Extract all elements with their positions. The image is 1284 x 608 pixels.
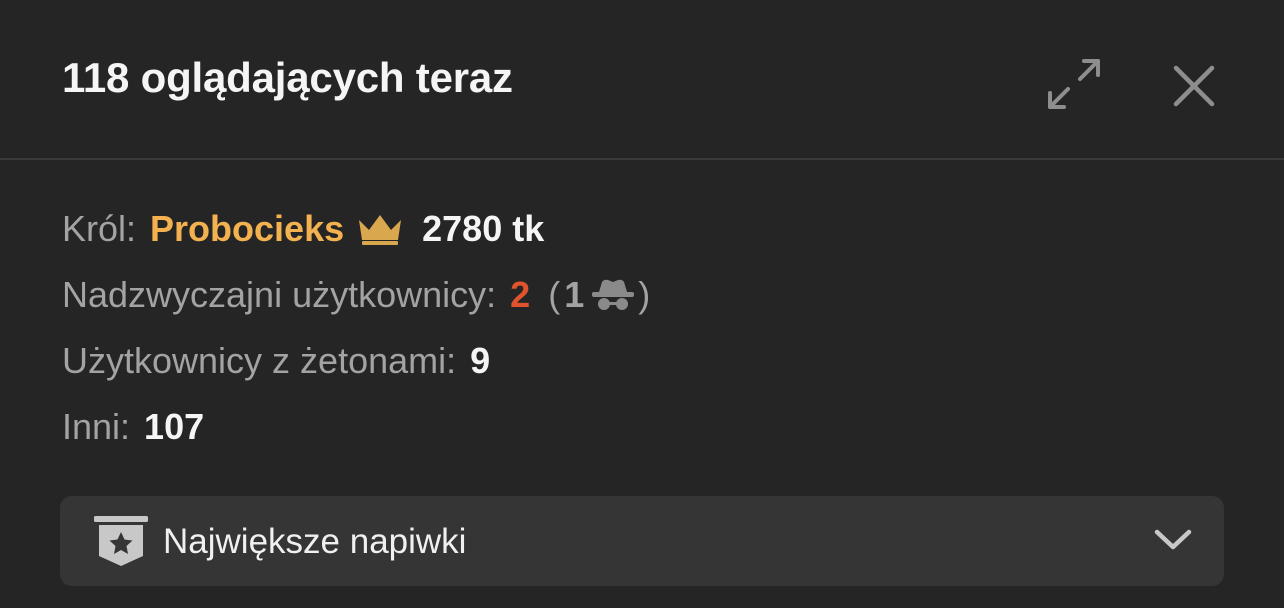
viewers-panel: 118 oglądających teraz Król: Probocieks … (0, 0, 1284, 608)
incognito-spy-icon (590, 278, 636, 312)
premium-count: 2 (510, 274, 531, 315)
paren-open: ( (548, 274, 561, 315)
token-users-label: Użytkownicy z żetonami: (62, 340, 457, 381)
token-users-count: 9 (470, 340, 491, 381)
premium-row: Nadzwyczajni użytkownicy: 2 ( 1 ) (62, 262, 1212, 328)
chevron-down-icon (1154, 528, 1192, 557)
crown-icon (356, 212, 404, 246)
close-icon (1173, 65, 1215, 107)
panel-header: 118 oglądających teraz (0, 0, 1284, 160)
token-users-row: Użytkownicy z żetonami: 9 (62, 328, 1212, 394)
king-label: Król: (62, 208, 137, 249)
star-badge-icon (94, 514, 148, 573)
king-row: Król: Probocieks 2780 tk (62, 196, 1212, 262)
others-label: Inni: (62, 406, 131, 447)
viewer-stats: Król: Probocieks 2780 tk Nadzwyczajni uż… (62, 196, 1212, 460)
paren-close: ) (638, 274, 651, 315)
others-row: Inni: 107 (62, 394, 1212, 460)
dropdown-label: Największe napiwki (163, 522, 467, 561)
anonymous-count: 1 (564, 274, 585, 315)
top-tips-dropdown[interactable]: Największe napiwki (60, 496, 1224, 586)
page-title: 118 oglądających teraz (62, 54, 513, 101)
others-count: 107 (144, 406, 205, 447)
king-username[interactable]: Probocieks (150, 208, 344, 250)
king-tokens: 2780 tk (422, 208, 545, 249)
expand-button[interactable] (1040, 52, 1108, 116)
close-button[interactable] (1164, 56, 1224, 116)
expand-arrows-icon (1048, 59, 1100, 109)
premium-label: Nadzwyczajni użytkownicy: (62, 274, 497, 315)
